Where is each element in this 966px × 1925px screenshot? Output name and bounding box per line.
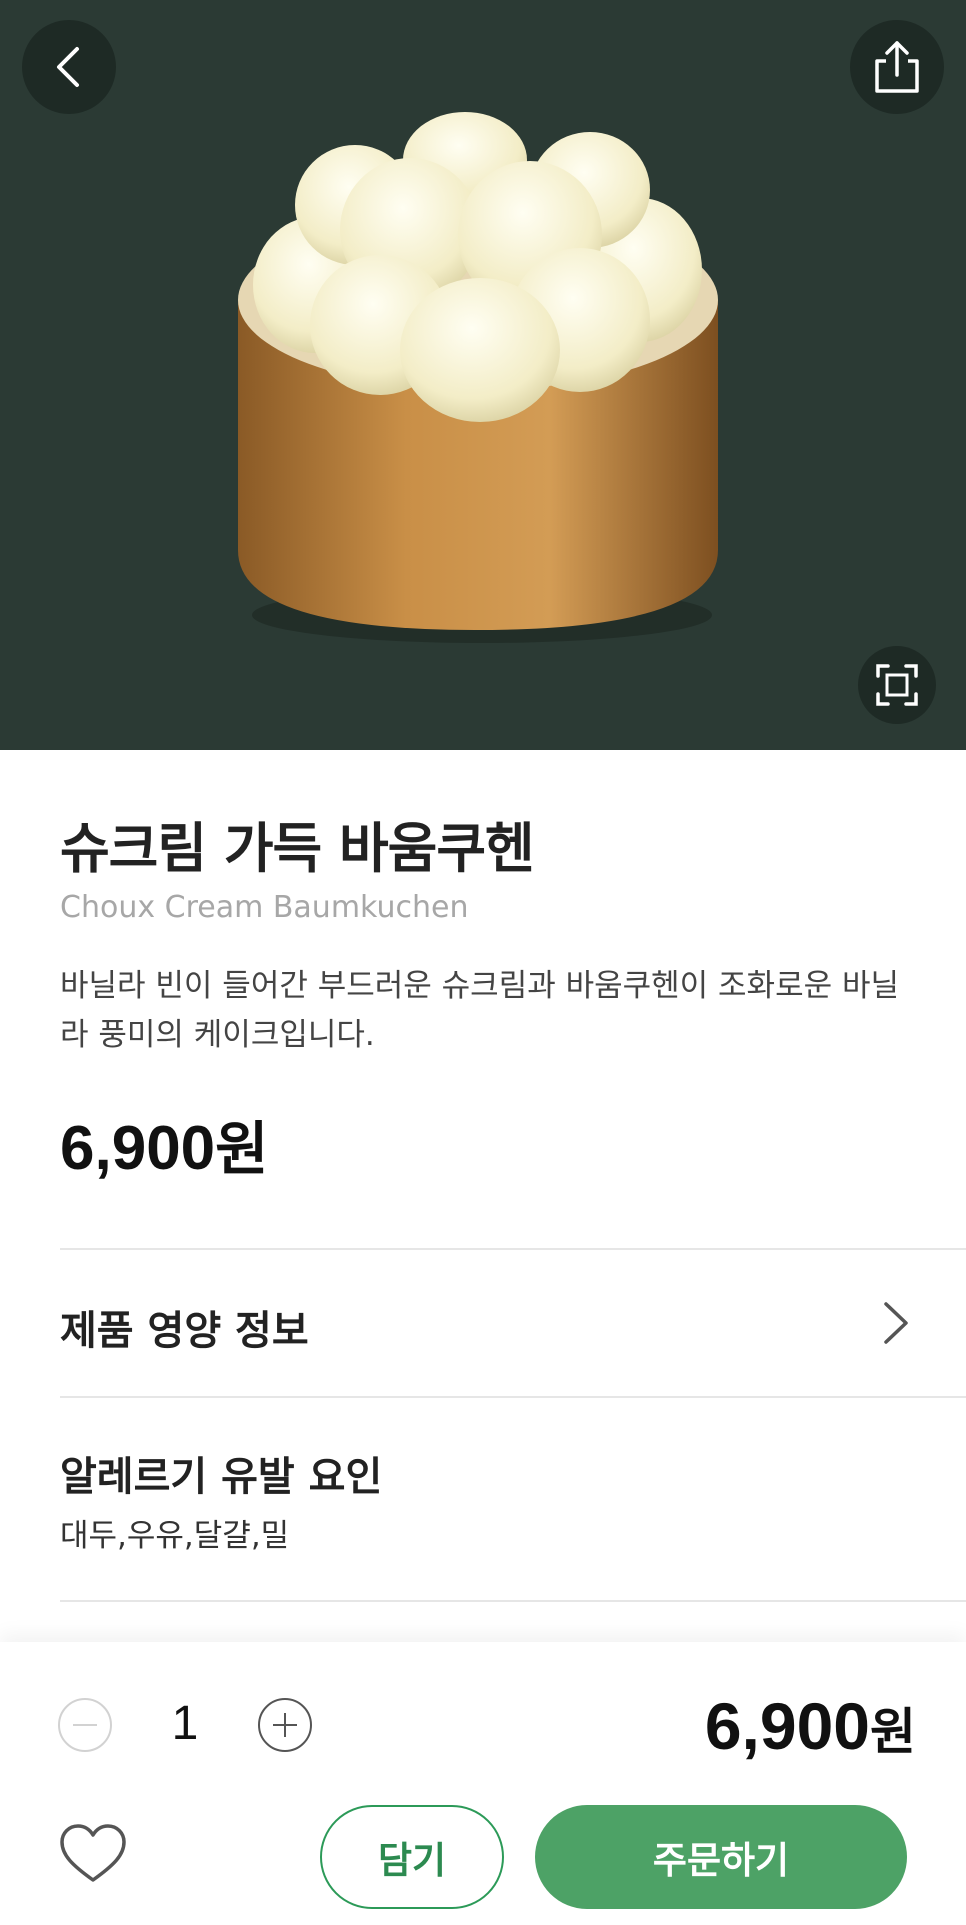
allergy-value: 대두,우유,달걀,밀 xyxy=(60,1518,290,1554)
product-image xyxy=(238,112,718,643)
product-english-name: Choux Cream Baumkuchen xyxy=(60,890,469,925)
share-icon xyxy=(875,41,919,93)
order-button[interactable]: 주문하기 xyxy=(535,1805,907,1909)
nutrition-info-row[interactable]: 제품 영양 정보 xyxy=(0,1250,966,1396)
add-to-cart-button[interactable]: 담기 xyxy=(320,1805,504,1909)
divider xyxy=(60,1396,966,1398)
fullscreen-icon xyxy=(876,664,918,706)
nutrition-info-label: 제품 영양 정보 xyxy=(60,1308,309,1354)
product-image-area xyxy=(0,0,966,750)
favorite-button[interactable] xyxy=(58,1822,128,1886)
total-price-unit: 원 xyxy=(870,1703,916,1761)
quantity-value: 1 xyxy=(171,1697,199,1750)
allergy-title: 알레르기 유발 요인 xyxy=(60,1454,383,1500)
product-title: 슈크림 가득 바움쿠헨 xyxy=(60,817,535,880)
share-button[interactable] xyxy=(850,20,944,114)
total-price: 6,900원 xyxy=(705,1688,916,1764)
chevron-left-icon xyxy=(57,47,79,87)
divider xyxy=(60,1600,966,1602)
quantity-increase-button[interactable] xyxy=(258,1698,312,1752)
product-price-unit: 원 xyxy=(215,1115,269,1183)
heart-icon xyxy=(60,1824,126,1882)
total-price-number: 6,900 xyxy=(704,1689,870,1763)
back-button[interactable] xyxy=(22,20,116,114)
expand-image-button[interactable] xyxy=(858,646,936,724)
quantity-decrease-button[interactable] xyxy=(58,1698,112,1752)
chevron-right-icon xyxy=(884,1302,908,1344)
product-price: 6,900원 xyxy=(60,1102,269,1186)
product-price-number: 6,900 xyxy=(60,1114,216,1183)
product-description: 바닐라 빈이 들어간 부드러운 슈크림과 바움쿠헨이 조화로운 바닐라 풍미의 … xyxy=(60,968,900,1053)
order-bar: 1 6,900원 담기 주문하기 xyxy=(0,1642,966,1925)
